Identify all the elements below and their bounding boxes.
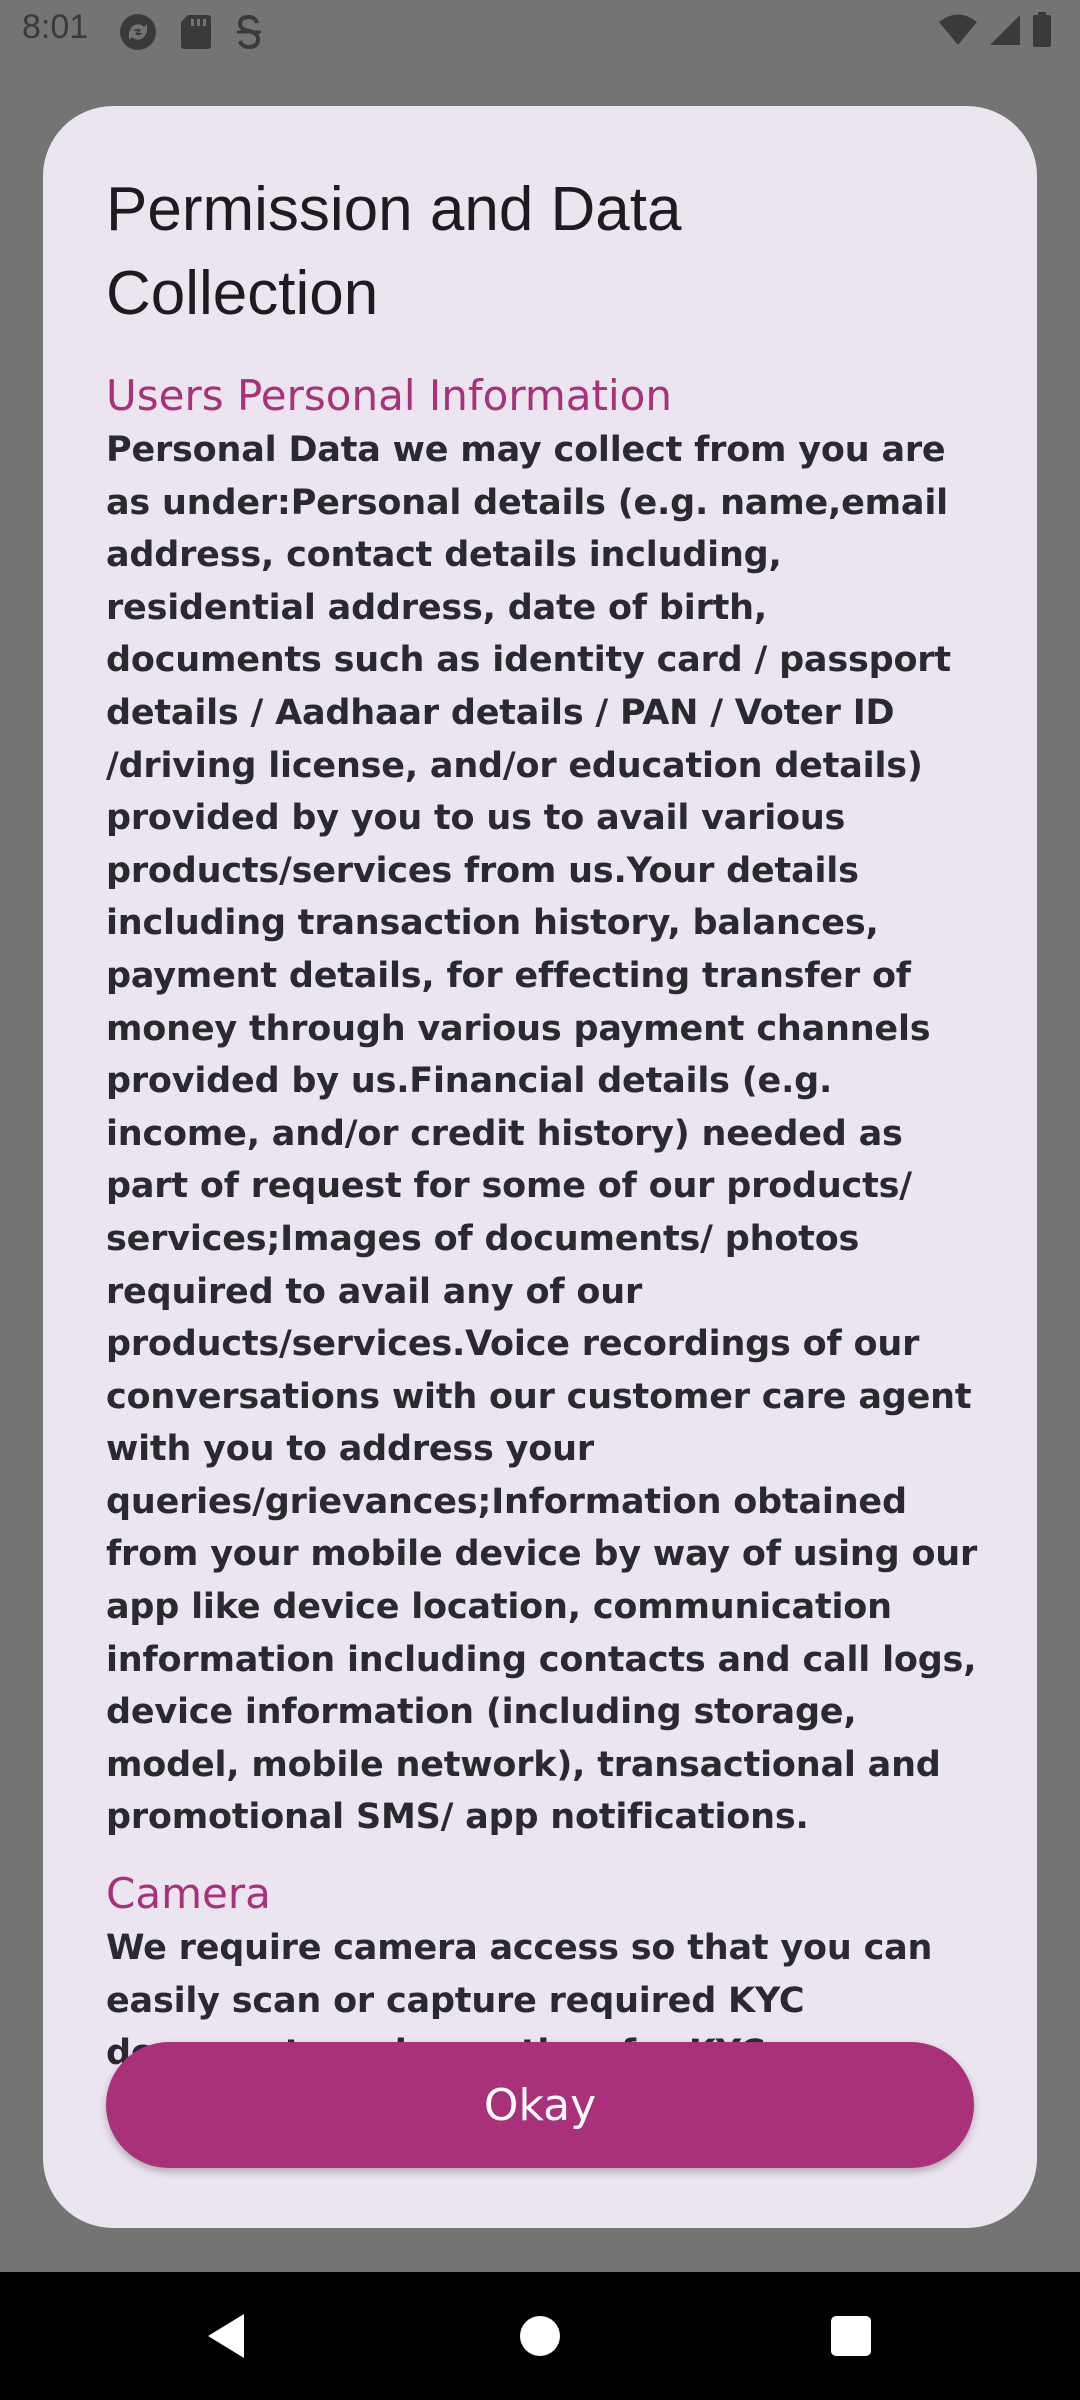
status-time: 8:01 — [22, 8, 89, 46]
sync-icon — [118, 12, 158, 57]
wifi-icon — [938, 13, 978, 52]
okay-button[interactable]: Okay — [106, 2042, 974, 2168]
status-bar: 8:01 — [0, 0, 1080, 64]
section-heading: Camera — [106, 1869, 271, 1919]
battery-icon — [1032, 12, 1052, 53]
status-system-icons — [938, 12, 1052, 53]
cellular-signal-icon — [988, 13, 1022, 52]
permission-dialog: Permission and Data Collection Users Per… — [43, 106, 1037, 2228]
section-body: Personal Data we may collect from you ar… — [106, 430, 978, 1838]
dialog-title: Permission and Data Collection — [106, 175, 682, 328]
navigation-bar — [0, 2272, 1080, 2400]
recents-icon[interactable] — [831, 2316, 871, 2356]
dialog-content: Users Personal Information Personal Data… — [106, 368, 986, 2088]
section-heading: Users Personal Information — [106, 371, 672, 420]
sd-card-icon — [180, 13, 212, 56]
home-icon[interactable] — [520, 2316, 560, 2356]
s-app-icon — [234, 13, 264, 56]
dialog-scroll-area[interactable]: Users Personal Information Personal Data… — [106, 368, 986, 2088]
section-personal-information: Users Personal Information Personal Data… — [106, 368, 986, 1844]
status-notification-icons — [118, 12, 264, 57]
back-icon[interactable] — [206, 2312, 246, 2365]
